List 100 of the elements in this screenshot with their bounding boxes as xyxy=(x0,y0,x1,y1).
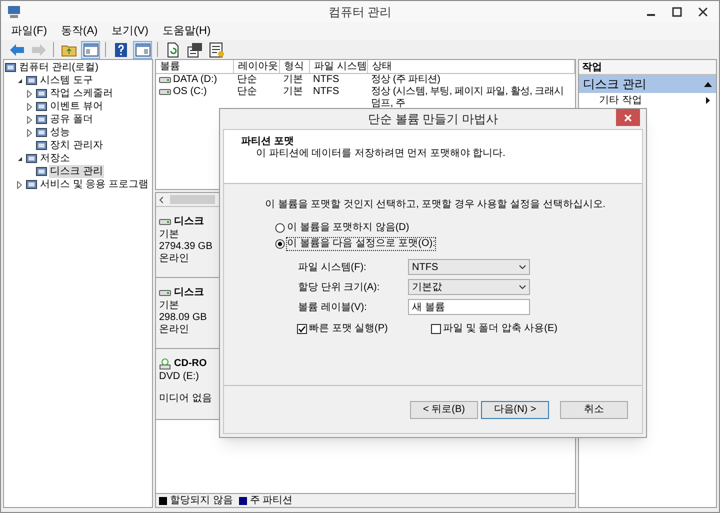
table-cell: 기본 xyxy=(283,86,303,98)
dropdown[interactable]: NTFS xyxy=(408,259,530,275)
app-icon xyxy=(36,88,47,99)
column-header[interactable]: 볼륨 xyxy=(156,60,234,73)
instruction-text: 이 볼륨을 포맷할 것인지 선택하고, 포맷할 경우 사용할 설정을 선택하십시오. xyxy=(265,199,607,211)
table-cell: NTFS xyxy=(313,74,340,86)
disk-info: 기본 xyxy=(159,300,180,312)
app-icon xyxy=(26,153,37,164)
disk-title: CD-RO xyxy=(174,357,207,371)
submenu-arrow-icon xyxy=(706,97,710,104)
collapsed-arrow-icon[interactable] xyxy=(27,128,32,136)
cd-drive-icon xyxy=(159,358,171,370)
pane-icon xyxy=(134,42,150,58)
drive-icon xyxy=(159,218,171,226)
dialog-button[interactable]: 다음(N) > xyxy=(481,400,549,418)
app-icon xyxy=(36,127,47,138)
table-cell: NTFS xyxy=(313,86,340,98)
menu-item[interactable]: 도움말(H) xyxy=(162,22,211,40)
collapsed-arrow-icon[interactable] xyxy=(27,116,32,124)
menu-item[interactable]: 파일(F) xyxy=(11,22,48,40)
checkbox[interactable] xyxy=(297,324,307,334)
collapse-arrow-icon[interactable] xyxy=(704,82,712,86)
toolbar-button[interactable] xyxy=(185,40,204,58)
legend-label: 주 파티션 xyxy=(250,494,293,507)
table-cell: 정상 (주 파티션) xyxy=(371,74,440,86)
chevron-down-icon xyxy=(519,265,526,269)
disk-info: 온라인 xyxy=(159,253,190,265)
input-field[interactable]: 새 볼륨 xyxy=(408,299,530,315)
expanded-arrow-icon[interactable] xyxy=(16,78,22,84)
collapsed-arrow-icon[interactable] xyxy=(27,102,32,110)
disk-info: 298.09 GB xyxy=(159,312,208,324)
pane-header: 작업 xyxy=(579,60,716,75)
column-header[interactable]: 레이아웃 xyxy=(234,60,280,73)
tree-item[interactable]: 서비스 및 응용 프로그램 xyxy=(39,178,150,191)
column-header[interactable]: 형식 xyxy=(280,60,310,73)
menu-item[interactable]: 보기(V) xyxy=(112,22,148,40)
table-cell: OS (C:) xyxy=(173,86,207,98)
toolbar-button[interactable] xyxy=(81,40,100,58)
disk-info: 2794.39 GB xyxy=(159,241,214,253)
legend-label: 할당되지 않음 xyxy=(170,494,233,507)
tree-item[interactable]: 컴퓨터 관리(로컬) xyxy=(18,61,100,74)
tree-item[interactable]: 이벤트 뷰어 xyxy=(49,100,104,113)
toolbar-button[interactable] xyxy=(133,40,152,58)
checkbox[interactable] xyxy=(431,324,441,334)
app-icon xyxy=(36,140,47,151)
app-icon xyxy=(26,179,37,190)
column-header[interactable]: 파일 시스템 xyxy=(310,60,368,73)
collapsed-arrow-icon[interactable] xyxy=(17,180,22,188)
drive-icon xyxy=(159,76,171,84)
close-icon xyxy=(624,114,632,122)
dropdown[interactable]: 기본값 xyxy=(408,279,530,295)
radio-label[interactable]: 이 볼륨을 다음 설정으로 포맷(O): xyxy=(287,238,436,250)
scrollbar-thumb[interactable] xyxy=(170,195,215,204)
checkbox-label[interactable]: 빠른 포맷 실행(P) xyxy=(309,321,388,336)
tree-item[interactable]: 시스템 도구 xyxy=(39,74,94,87)
window-title: 컴퓨터 관리 xyxy=(328,4,392,18)
dialog-title: 단순 볼륨 만들기 마법사 xyxy=(368,112,498,126)
disk-info: 기본 xyxy=(159,229,180,241)
disk-title: 디스크 xyxy=(174,215,204,229)
tree-item[interactable]: 장치 관리자 xyxy=(49,139,104,152)
radio-button[interactable] xyxy=(275,222,285,232)
checkbox-label[interactable]: 파일 및 폴더 압축 사용(E) xyxy=(443,321,558,336)
field-label: 볼륨 레이블(V): xyxy=(298,300,368,314)
tree-item[interactable]: 공유 폴더 xyxy=(49,113,94,126)
drive-icon xyxy=(159,288,171,296)
computer-icon xyxy=(7,4,21,18)
column-header[interactable]: 상태 xyxy=(368,60,575,73)
menu-item[interactable]: 동작(A) xyxy=(61,22,98,40)
app-icon xyxy=(36,101,47,112)
app-icon xyxy=(36,114,47,125)
disk-info: 미디어 없음 xyxy=(159,393,213,405)
expanded-arrow-icon[interactable] xyxy=(16,156,22,162)
dialog-heading: 파티션 포맷 xyxy=(241,135,295,148)
dialog-button[interactable]: 취소 xyxy=(560,400,628,418)
forward-arrow-icon xyxy=(30,42,46,58)
app-icon xyxy=(5,62,16,73)
tree-item[interactable]: 저장소 xyxy=(39,152,71,165)
table-cell-text: 정상 (시스템, 부팅, 페이지 파일, 활성, 크래시 덤프, 주 xyxy=(371,86,565,110)
dialog-button[interactable]: < 뒤로(B) xyxy=(410,400,478,418)
close-button[interactable] xyxy=(616,109,640,126)
tree-item[interactable]: 작업 스케줄러 xyxy=(49,87,114,100)
tree-item[interactable]: 디스크 관리 xyxy=(49,165,104,178)
tree-item[interactable]: 성능 xyxy=(49,126,71,139)
field-label: 파일 시스템(F): xyxy=(298,260,368,274)
radio-label[interactable]: 이 볼륨을 포맷하지 않음(D) xyxy=(287,222,410,234)
table-cell: 기본 xyxy=(283,74,303,86)
disk-title: 디스크 xyxy=(174,286,204,300)
table-cell: 단순 xyxy=(237,74,257,86)
collapsed-arrow-icon[interactable] xyxy=(27,90,32,98)
radio-button[interactable] xyxy=(275,238,285,248)
action-link[interactable]: 기타 작업 xyxy=(599,93,642,108)
back-arrow-icon xyxy=(8,42,24,58)
dialog-subheading: 이 파티션에 데이터를 저장하려면 먼저 포맷해야 합니다. xyxy=(255,148,506,160)
pane-icon xyxy=(82,42,98,58)
section-header[interactable]: 디스크 관리 xyxy=(579,75,716,93)
disk-info: 온라인 xyxy=(159,324,190,336)
disk-info: DVD (E:) xyxy=(159,371,200,383)
toolbar-button[interactable] xyxy=(207,40,226,58)
app-icon xyxy=(36,166,47,177)
app-icon xyxy=(26,75,37,86)
